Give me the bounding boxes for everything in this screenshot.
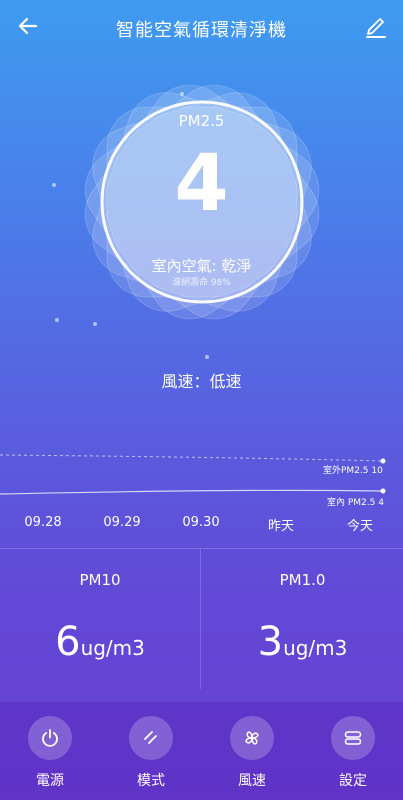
pm1-card: PM1.0 3ug/m3 bbox=[202, 549, 403, 689]
date-label: 09.28 bbox=[24, 515, 62, 530]
power-button[interactable]: 電源 bbox=[10, 714, 90, 794]
power-icon bbox=[42, 729, 58, 747]
pm1-reading: 3ug/m3 bbox=[202, 619, 403, 665]
settings-button[interactable]: 設定 bbox=[313, 714, 393, 794]
settings-icon bbox=[344, 731, 362, 745]
filter-life: 濾網壽命 98% bbox=[172, 278, 231, 288]
mode-label: 模式 bbox=[137, 773, 165, 789]
fan-speed-button-circle[interactable] bbox=[230, 716, 274, 760]
top-bar: 智能空氣循環清淨機 bbox=[0, 0, 403, 56]
date-axis: 09.28 09.29 09.30 昨天 今天 bbox=[0, 515, 403, 535]
pm1-label: PM1.0 bbox=[279, 571, 326, 589]
outdoor-trend-line bbox=[0, 454, 384, 462]
date-label: 今天 bbox=[346, 519, 373, 534]
date-label: 09.30 bbox=[182, 515, 220, 530]
trend-lines bbox=[0, 454, 386, 495]
settings-label: 設定 bbox=[339, 773, 367, 789]
pm25-value: 4 bbox=[174, 139, 229, 229]
sparkle-dot bbox=[205, 355, 209, 359]
edit-button[interactable] bbox=[363, 12, 389, 40]
pm25-label: PM2.5 bbox=[178, 112, 225, 130]
outdoor-series-label: 室外PM2.5 10 bbox=[323, 466, 383, 476]
pm1-value: 3 bbox=[257, 619, 284, 665]
pm10-card: PM10 6ug/m3 bbox=[0, 549, 201, 689]
air-quality-status: 室內空氣: 乾淨 bbox=[151, 257, 252, 275]
date-label: 昨天 bbox=[267, 519, 294, 534]
fan-speed-button[interactable]: 風速 bbox=[212, 714, 292, 794]
fan-speed-label: 風速 bbox=[238, 773, 266, 789]
fan-speed-status: 風速：低速 bbox=[161, 372, 242, 391]
pm10-label: PM10 bbox=[79, 571, 121, 589]
edit-icon bbox=[366, 18, 386, 38]
pm10-reading: 6ug/m3 bbox=[0, 619, 200, 665]
power-button-circle[interactable] bbox=[28, 716, 72, 760]
mode-button-circle[interactable] bbox=[129, 716, 173, 760]
mode-button[interactable]: 模式 bbox=[111, 714, 191, 794]
indoor-trend-line bbox=[0, 489, 384, 495]
fan-icon bbox=[245, 731, 259, 745]
pm1-unit: ug/m3 bbox=[283, 636, 348, 660]
indoor-series-label: 室內 PM2.5 4 bbox=[327, 498, 384, 508]
power-label: 電源 bbox=[36, 773, 64, 789]
particulate-stats: PM10 6ug/m3 PM1.0 3ug/m3 bbox=[0, 548, 403, 689]
sparkle-dot bbox=[55, 318, 59, 322]
date-label: 09.29 bbox=[103, 515, 141, 530]
settings-button-circle[interactable] bbox=[331, 716, 375, 760]
mode-icon bbox=[144, 731, 157, 744]
indoor-trend-point bbox=[380, 488, 386, 494]
pm10-value: 6 bbox=[55, 619, 81, 665]
page-title: 智能空氣循環清淨機 bbox=[116, 20, 287, 41]
pm25-trend-chart: 室外PM2.5 10 室內 PM2.5 4 bbox=[0, 440, 403, 520]
bottom-control-bar: 電源 模式 風速 設定 bbox=[0, 702, 403, 800]
pm10-unit: ug/m3 bbox=[80, 636, 145, 660]
